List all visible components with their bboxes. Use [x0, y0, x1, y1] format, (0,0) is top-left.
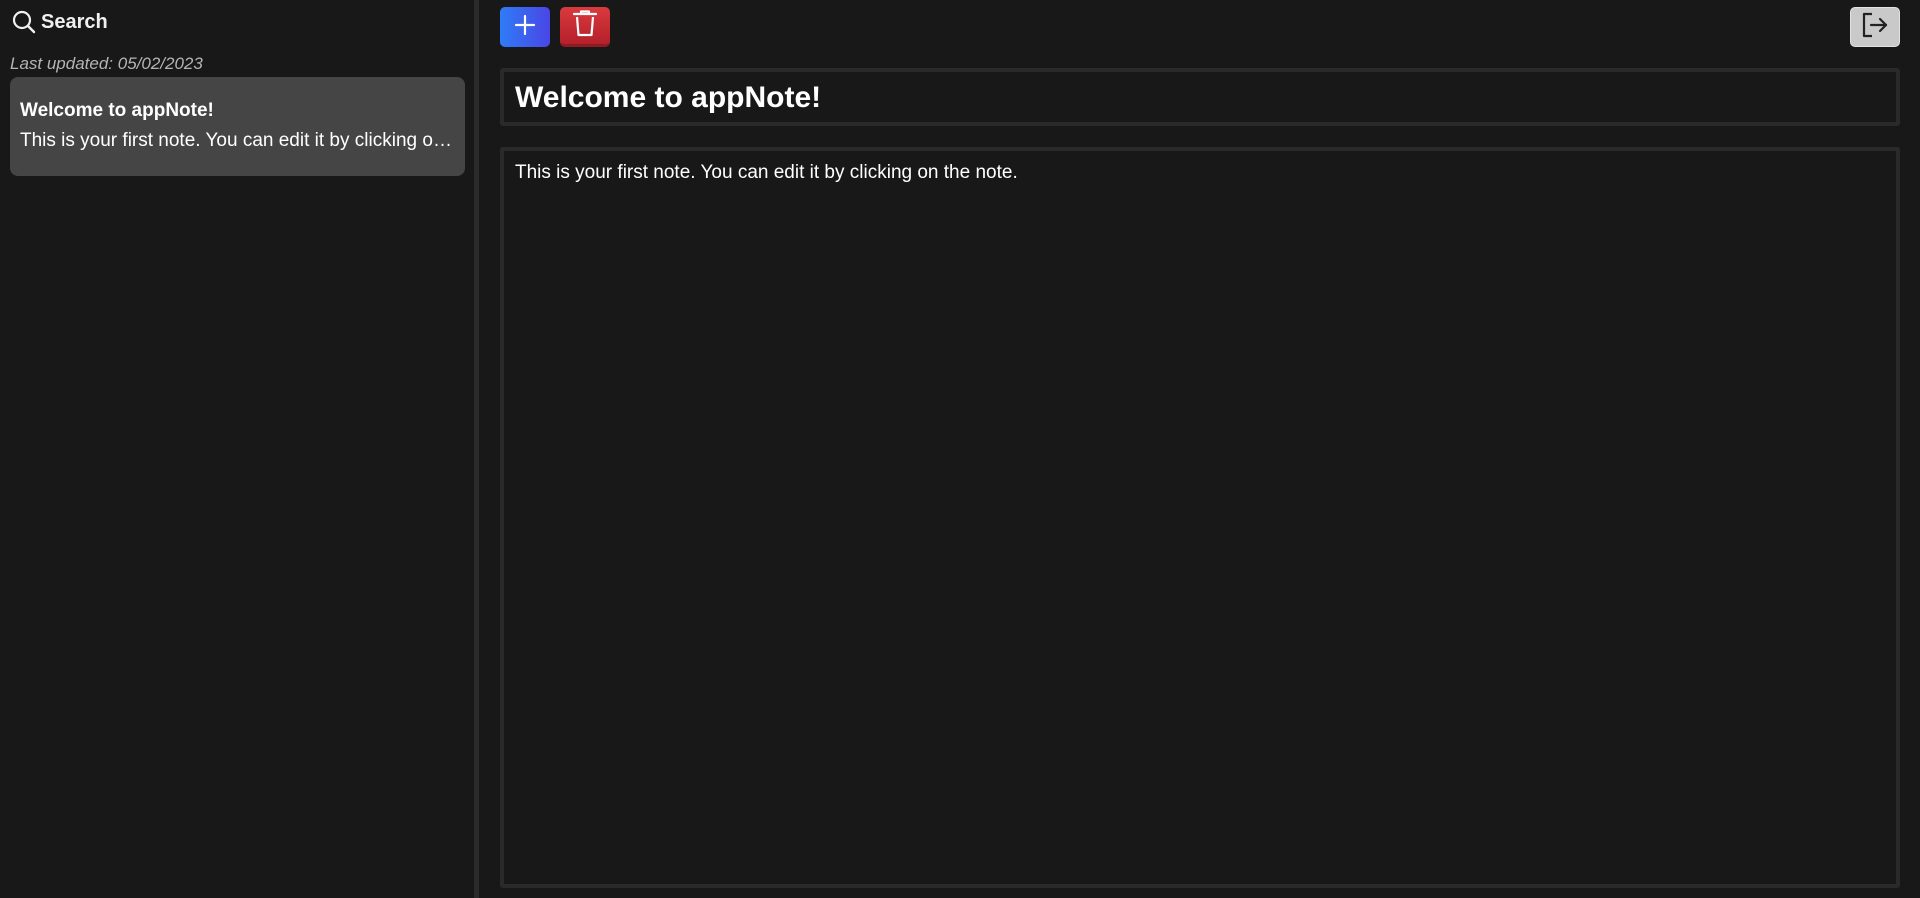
add-note-button[interactable]: [500, 7, 550, 47]
note-title-text: Welcome to appNote!: [515, 81, 822, 114]
note-list-item-title: Welcome to appNote!: [20, 100, 214, 121]
note-title-input[interactable]: Welcome to appNote!: [500, 68, 1900, 126]
note-list-item[interactable]: Welcome to appNote! This is your first n…: [10, 77, 465, 176]
note-list-item-preview: This is your first note. You can edit it…: [20, 130, 455, 151]
logout-button[interactable]: [1850, 7, 1900, 47]
sidebar: Search Last updated: 05/02/2023 Welcome …: [0, 0, 474, 898]
trash-icon: [572, 9, 598, 42]
search-button[interactable]: Search: [12, 10, 108, 34]
note-body-textarea[interactable]: This is your first note. You can edit it…: [500, 147, 1900, 888]
delete-note-button[interactable]: [560, 7, 610, 47]
last-updated-text: Last updated: 05/02/2023: [10, 54, 203, 73]
note-body-text: This is your first note. You can edit it…: [515, 162, 1018, 183]
search-icon: [12, 10, 36, 34]
sidebar-divider[interactable]: [474, 0, 479, 898]
logout-icon: [1861, 12, 1889, 43]
app-window: Search Last updated: 05/02/2023 Welcome …: [0, 0, 1920, 898]
plus-icon: [514, 14, 536, 41]
search-label: Search: [41, 10, 108, 33]
